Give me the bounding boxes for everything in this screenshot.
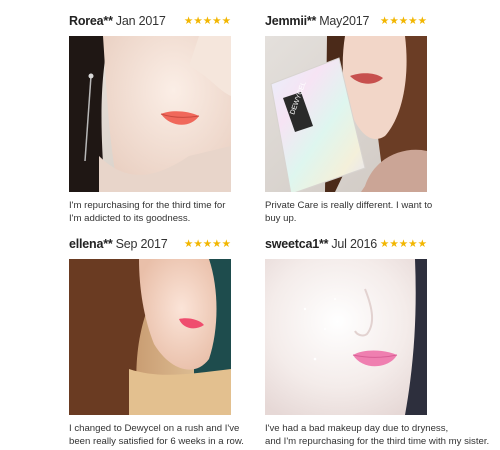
star-rating: ★ ★ ★ ★ ★	[379, 238, 427, 250]
review-text: I'm repurchasing for the third time for …	[69, 200, 226, 224]
reviewer-name: Rorea**	[69, 14, 113, 28]
review-header: sweetca1** Jul 2016 ★ ★ ★ ★ ★	[265, 233, 427, 255]
star-icon: ★	[379, 15, 390, 27]
star-icon: ★	[417, 15, 427, 27]
star-rating: ★ ★ ★ ★ ★	[183, 238, 231, 250]
reviewer: Jemmii** May2017	[265, 14, 369, 28]
star-rating: ★ ★ ★ ★ ★	[379, 15, 427, 27]
star-icon: ★	[389, 238, 399, 250]
review-photo	[265, 259, 427, 415]
review-photo	[69, 36, 231, 192]
review-header: ellena** Sep 2017 ★ ★ ★ ★ ★	[69, 233, 231, 255]
review-date: Jul 2016	[331, 237, 377, 251]
star-icon: ★	[193, 238, 203, 250]
reviewer: sweetca1** Jul 2016	[265, 237, 377, 251]
star-icon: ★	[408, 15, 418, 27]
review-date: May2017	[319, 14, 370, 28]
star-icon: ★	[408, 238, 418, 250]
star-icon: ★	[379, 238, 390, 250]
star-icon: ★	[398, 15, 409, 27]
star-icon: ★	[183, 15, 194, 27]
review-text: Private Care is really different. I want…	[265, 200, 433, 224]
review-card: sweetca1** Jul 2016 ★ ★ ★ ★ ★ I've had a bad …	[265, 233, 489, 448]
star-icon: ★	[202, 15, 213, 27]
review-text: I changed to Dewycel on a rush and I've …	[69, 423, 244, 447]
reviewer: ellena** Sep 2017	[69, 237, 168, 251]
review-card: Jemmii** May2017 ★ ★ ★ ★ ★ DEWYCEL Priva…	[265, 10, 432, 225]
star-icon: ★	[183, 238, 194, 250]
review-text: I've had a bad makeup day due to dryness…	[265, 423, 490, 447]
reviewer-name: sweetca1**	[265, 237, 329, 251]
star-icon: ★	[417, 238, 427, 250]
review-card: ellena** Sep 2017 ★ ★ ★ ★ ★ I changed to Dew	[69, 233, 244, 448]
reviewer-name: Jemmii**	[265, 14, 317, 28]
review-header: Jemmii** May2017 ★ ★ ★ ★ ★	[265, 10, 427, 32]
star-icon: ★	[398, 238, 409, 250]
star-icon: ★	[389, 15, 399, 27]
review-header: Rorea** Jan 2017 ★ ★ ★ ★ ★	[69, 10, 231, 32]
star-icon: ★	[221, 238, 231, 250]
review-date: Sep 2017	[115, 237, 168, 251]
star-icon: ★	[202, 238, 213, 250]
reviewer-name: ellena**	[69, 237, 113, 251]
reviewer: Rorea** Jan 2017	[69, 14, 166, 28]
review-photo	[69, 259, 231, 415]
star-icon: ★	[212, 238, 222, 250]
review-photo: DEWYCEL	[265, 36, 427, 192]
review-card: Rorea** Jan 2017 ★ ★ ★ ★ ★ I'm repurchas…	[69, 10, 231, 225]
star-icon: ★	[212, 15, 222, 27]
review-date: Jan 2017	[115, 14, 166, 28]
star-rating: ★ ★ ★ ★ ★	[183, 15, 231, 27]
star-icon: ★	[221, 15, 231, 27]
star-icon: ★	[193, 15, 203, 27]
